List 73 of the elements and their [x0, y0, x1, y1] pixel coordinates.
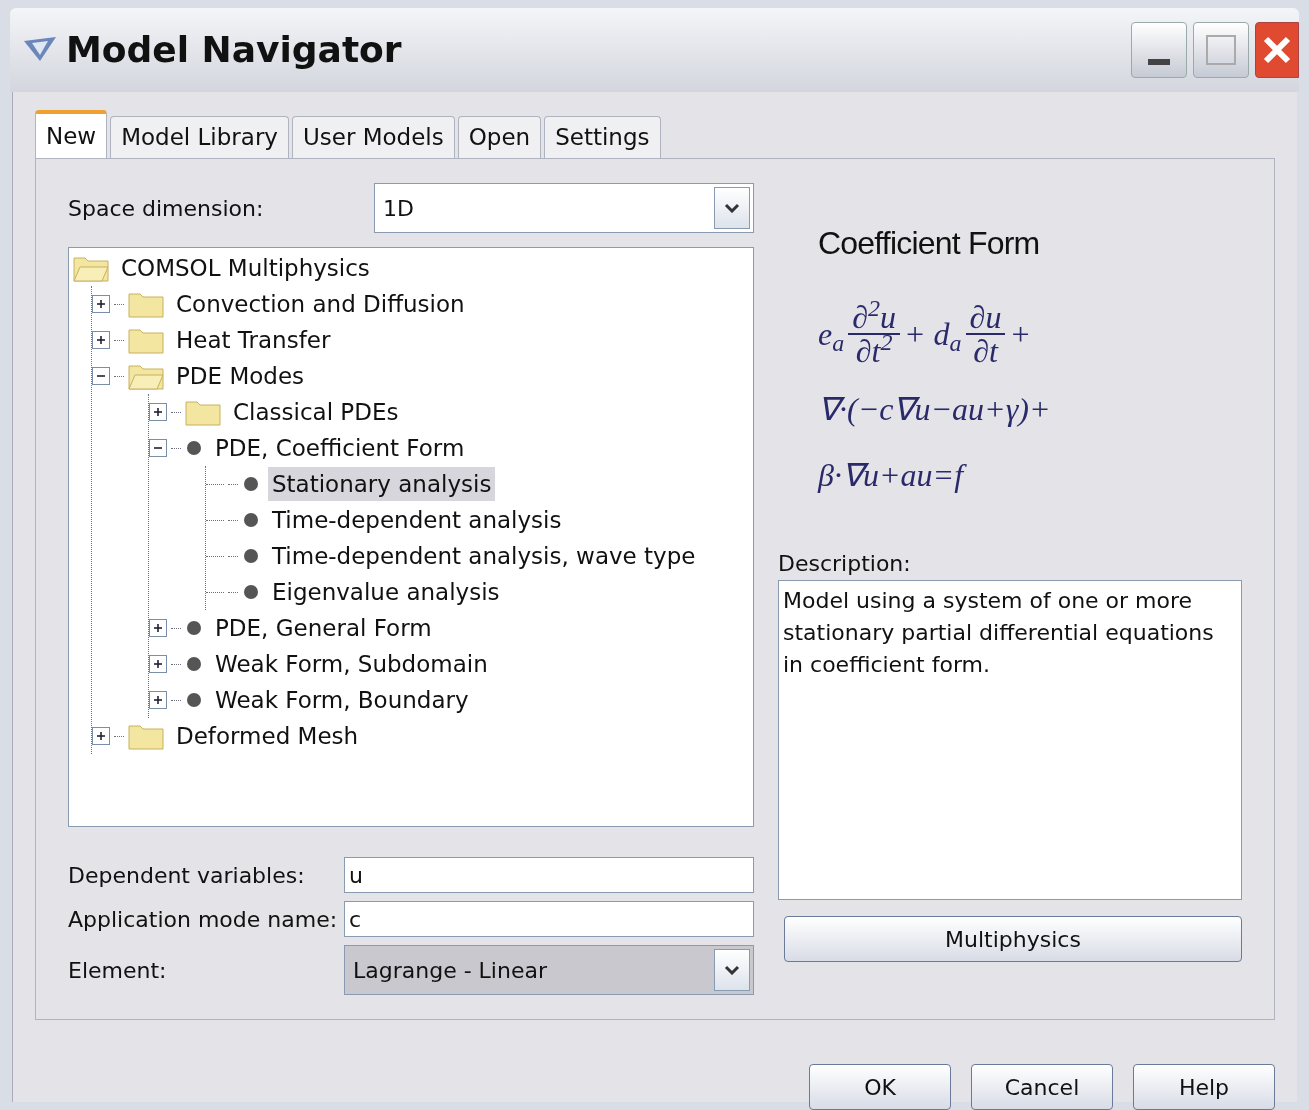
plus-icon [153, 695, 163, 705]
dot-icon [242, 511, 260, 529]
collapse-toggle[interactable] [149, 439, 167, 457]
tree-item[interactable]: Time-dependent analysis [268, 502, 566, 538]
expand-toggle[interactable] [92, 331, 110, 349]
folder-icon [128, 722, 164, 750]
close-button[interactable] [1255, 22, 1299, 78]
tree-item[interactable]: Heat Transfer [172, 322, 335, 358]
open-folder-icon [128, 362, 164, 390]
description-label: Description: [778, 550, 912, 578]
tree-item[interactable]: Classical PDEs [229, 394, 403, 430]
dot-icon [242, 547, 260, 565]
minimize-button[interactable] [1131, 22, 1187, 78]
space-dimension-select[interactable]: 1D [374, 183, 754, 233]
tree-item[interactable]: COMSOL Multiphysics [117, 250, 374, 286]
field-label: Application mode name: [68, 905, 339, 934]
field-label: Dependent variables: [68, 861, 306, 890]
folder-icon [128, 326, 164, 354]
plus-icon [96, 335, 106, 345]
tree-item[interactable]: PDE, General Form [211, 610, 436, 646]
expand-toggle[interactable] [149, 619, 167, 637]
plus-icon [96, 731, 106, 741]
equation-line: β·∇u+au=f [818, 451, 1242, 499]
expand-toggle[interactable] [92, 295, 110, 313]
tree-item[interactable]: Eigenvalue analysis [268, 574, 504, 610]
plus-icon [153, 659, 163, 669]
dot-icon [185, 619, 203, 637]
field-label: Element: [68, 956, 168, 985]
dot-icon [185, 655, 203, 673]
equation-line: ∇·(−c∇u−au+γ)+ [818, 390, 1052, 429]
tab[interactable]: Model Library [110, 116, 289, 158]
tab[interactable]: Settings [544, 116, 661, 158]
dropdown-button[interactable] [714, 949, 750, 991]
tree-item[interactable]: PDE Modes [172, 358, 309, 394]
tab[interactable]: User Models [291, 116, 455, 158]
description-box: Model using a system of one or more stationary partial differential equations in coefficient form. [778, 580, 1242, 900]
tab[interactable]: New [35, 110, 108, 158]
input-field[interactable]: c [344, 901, 754, 937]
field-label: Space dimension: [68, 194, 265, 223]
window-title: Model Navigator [66, 28, 402, 72]
tab[interactable]: Open [457, 116, 542, 158]
folder-icon [128, 290, 164, 318]
preview-title: Coefficient Form [818, 224, 1041, 263]
dropdown-button[interactable] [714, 187, 750, 229]
tree-item[interactable]: PDE, Coefficient Form [211, 430, 469, 466]
collapse-toggle[interactable] [92, 367, 110, 385]
expand-toggle[interactable] [149, 403, 167, 421]
input-field[interactable]: u [344, 857, 754, 893]
close-icon [1262, 35, 1292, 65]
expand-toggle[interactable] [149, 655, 167, 673]
plus-icon [153, 407, 163, 417]
expand-toggle[interactable] [92, 727, 110, 745]
plus-icon [96, 299, 106, 309]
caret-icon [724, 203, 740, 213]
dot-icon [185, 691, 203, 709]
dialog-button[interactable]: OK [809, 1064, 951, 1110]
dot-icon [242, 583, 260, 601]
multiphysics-button[interactable]: Multiphysics [784, 916, 1242, 962]
caret-icon [724, 965, 740, 975]
dot-icon [185, 439, 203, 457]
dot-icon [242, 475, 260, 493]
tree-item[interactable]: Stationary analysis [268, 466, 496, 502]
tree-item[interactable]: Weak Form, Boundary [211, 682, 473, 718]
expand-toggle[interactable] [149, 691, 167, 709]
tree-item[interactable]: Convection and Diffusion [172, 286, 469, 322]
dialog-button[interactable]: Cancel [971, 1064, 1113, 1110]
folder-icon [185, 398, 221, 426]
plus-icon [153, 623, 163, 633]
dialog-button[interactable]: Help [1133, 1064, 1275, 1110]
tree-item[interactable]: Time-dependent analysis, wave type [268, 538, 700, 574]
tree-item[interactable]: Deformed Mesh [172, 718, 363, 754]
element-select[interactable]: Lagrange - Linear [344, 945, 754, 995]
tree-item[interactable]: Weak Form, Subdomain [211, 646, 492, 682]
